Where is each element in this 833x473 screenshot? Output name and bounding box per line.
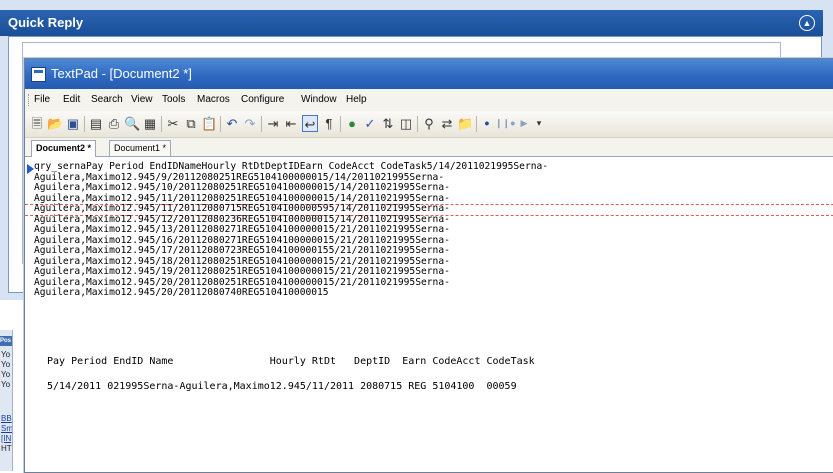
open-icon[interactable]: 📂 [47, 115, 63, 132]
record-macro-icon[interactable]: ● [480, 115, 494, 132]
rule-link[interactable]: BB [1, 414, 12, 424]
window-title: TextPad - [Document2 *] [51, 66, 192, 81]
quick-reply-title: Quick Reply [8, 15, 84, 30]
indent-icon[interactable]: ⇥ [265, 115, 281, 132]
menu-help[interactable]: Help [346, 89, 367, 111]
print-icon[interactable]: ⎙ [106, 115, 122, 132]
posting-rules-panel: Pos Yo Yo Yo Yo BB Sm [IN HT [0, 330, 13, 471]
spell-check-icon[interactable]: ✓ [362, 115, 378, 132]
toolbar-options-icon[interactable]: ▾ [533, 115, 545, 132]
new-icon[interactable]: 🗏 [29, 115, 45, 132]
cut-icon[interactable]: ✂ [165, 115, 181, 132]
play-macro-icon[interactable]: ❙❙● [495, 115, 516, 132]
menu-view[interactable]: View [131, 89, 153, 111]
rule-link[interactable]: Sm [1, 424, 12, 434]
menu-file[interactable]: File [34, 89, 50, 111]
toolbar-separator [417, 116, 418, 132]
query-data-row: 5/14/2011 021995Serna-Aguilera,Maximo12.… [47, 381, 517, 392]
properties-icon[interactable]: ▦ [142, 115, 158, 132]
editor-line: Aguilera,Maximo12.945/13/20112080271REG5… [34, 224, 450, 235]
redo-icon[interactable]: ↷ [242, 115, 258, 132]
find-in-files-icon[interactable]: 📁 [457, 115, 473, 132]
tab-document2[interactable]: Document2 * [31, 140, 97, 157]
outdent-icon[interactable]: ⇤ [283, 115, 299, 132]
title-bar[interactable]: TextPad - [Document2 *] [25, 59, 833, 89]
rule-line: HT [1, 444, 12, 453]
replace-icon[interactable]: ⇄ [439, 115, 455, 132]
textpad-app-icon[interactable] [31, 67, 46, 82]
rule-line: Yo [1, 370, 11, 379]
rule-link[interactable]: [IN [1, 434, 12, 444]
menu-search[interactable]: Search [91, 89, 123, 111]
menu-window[interactable]: Window [301, 89, 337, 111]
rule-line: Yo [1, 380, 11, 389]
tab-document1[interactable]: Document1 * [109, 140, 172, 156]
editor-line: Aguilera,Maximo12.945/10/20112080251REG5… [34, 182, 450, 193]
query-header-row: Pay Period EndID Name Hourly RtDt DeptID… [47, 356, 535, 367]
toolbar-separator [220, 116, 221, 132]
undo-icon[interactable]: ↶ [224, 115, 240, 132]
editor-line: Aguilera,Maximo12.945/19/20112080251REG5… [34, 266, 450, 277]
web-icon[interactable]: ● [344, 115, 360, 132]
quick-reply-header[interactable]: Quick Reply ▲ [0, 10, 823, 36]
print-preview-icon[interactable]: 🔍 [124, 115, 140, 132]
rule-line: Yo [1, 350, 11, 359]
rule-line: Yo [1, 360, 11, 369]
compare-icon[interactable]: ◫ [398, 115, 414, 132]
editor-area[interactable]: qry_sernaPay Period EndIDNameHourly RtDt… [25, 157, 833, 472]
menu-macros[interactable]: Macros [197, 89, 230, 111]
sort-icon[interactable]: ⇅ [380, 115, 396, 132]
menu-bar: File Edit Search View Tools Macros Confi… [25, 89, 833, 111]
editor-line: qry_sernaPay Period EndIDNameHourly RtDt… [34, 161, 549, 172]
collapse-toggle-icon[interactable]: ▲ [799, 15, 815, 31]
paste-icon[interactable]: 📋 [201, 115, 217, 132]
save-icon[interactable]: ▣ [65, 115, 81, 132]
playback-icon[interactable]: ▶ [517, 115, 531, 132]
bookmark-arrow-icon [27, 164, 34, 174]
find-icon[interactable]: ⚲ [421, 115, 437, 132]
textpad-window: TextPad - [Document2 *] File Edit Search… [24, 58, 833, 473]
toolbar: 🗏 📂 ▣ ▤ ⎙ 🔍 ▦ ✂ ⧉ 📋 ↶ ↷ ⇥ ⇤ ↩ ¶ ● ✓ ⇅ ◫ … [25, 111, 833, 138]
toolbar-separator [476, 116, 477, 132]
toolbar-separator [261, 116, 262, 132]
menu-edit[interactable]: Edit [63, 89, 80, 111]
editor-line: Aguilera,Maximo12.945/20/20112080740REG5… [34, 287, 329, 298]
menu-configure[interactable]: Configure [241, 89, 284, 111]
menu-tools[interactable]: Tools [162, 89, 185, 111]
toolbar-separator [84, 116, 85, 132]
paragraph-icon[interactable]: ¶ [321, 115, 337, 132]
menu-grip-icon[interactable] [28, 94, 31, 106]
word-wrap-icon[interactable]: ↩ [302, 115, 318, 132]
toolbar-separator [161, 116, 162, 132]
editor-line: Aguilera,Maximo12.945/17/20112080723REG5… [34, 245, 450, 256]
editor-line-highlighted: Aguilera,Maximo12.945/11/20112080715REG5… [34, 203, 450, 214]
toolbar-separator [340, 116, 341, 132]
copy-icon[interactable]: ⧉ [183, 115, 199, 132]
save-all-icon[interactable]: ▤ [88, 115, 104, 132]
document-tabs: Document2 * Document1 * [25, 138, 833, 157]
posting-rules-heading: Pos [0, 336, 12, 346]
